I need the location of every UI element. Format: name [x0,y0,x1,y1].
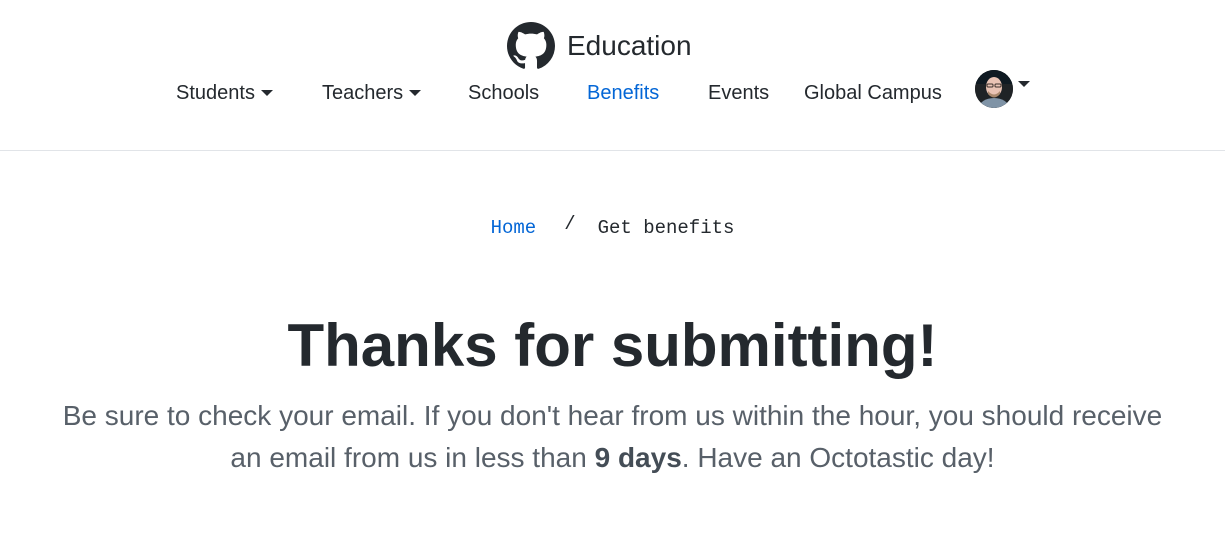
breadcrumb: Home / Get benefits [0,213,1225,241]
nav-teachers[interactable]: Teachers [322,78,422,108]
breadcrumb-separator: / [564,213,576,235]
site-header: Education Students Teachers Schools Bene… [0,0,1225,151]
brand-link[interactable]: Education [507,22,692,70]
confirmation-message: Be sure to check your email. If you don'… [50,395,1175,479]
nav-events-label: Events [708,82,770,104]
page-title: Thanks for submitting! [287,312,938,379]
nav-global-campus[interactable]: Global Campus [804,78,942,108]
breadcrumb-current: Get benefits [597,217,735,239]
nav-schools-label: Schools [468,82,540,104]
nav-benefits-label: Benefits [587,82,660,104]
avatar [975,70,1013,108]
nav-students-label: Students [176,82,255,104]
nav-teachers-label: Teachers [322,82,404,104]
nav-global-campus-label: Global Campus [804,82,942,104]
breadcrumb-home-link[interactable]: Home [491,217,537,239]
brand-label: Education [567,30,692,61]
caret-down-icon [260,90,273,96]
github-octocat-icon [507,22,555,70]
message-text-2: . Have an Octotastic day! [681,442,995,473]
nav-benefits[interactable]: Benefits [587,78,659,108]
caret-down-icon [409,90,422,96]
user-menu[interactable] [975,70,1030,108]
nav-events[interactable]: Events [708,78,769,108]
caret-down-icon [1018,81,1030,87]
message-days-bold: 9 days [594,442,682,473]
nav-students[interactable]: Students [176,78,273,108]
nav-schools[interactable]: Schools [468,78,539,108]
